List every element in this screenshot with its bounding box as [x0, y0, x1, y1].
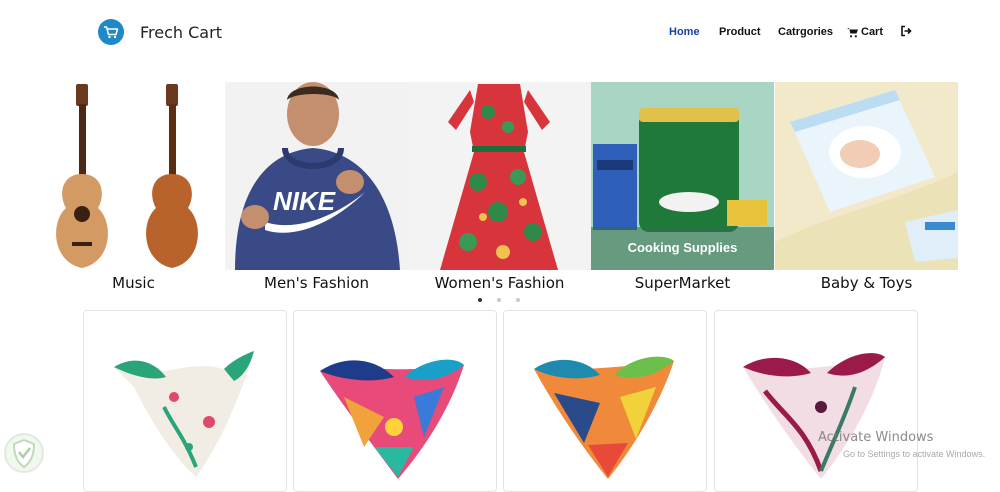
product-card[interactable] — [293, 310, 497, 492]
shield-icon — [4, 433, 44, 473]
scarf-image — [114, 351, 254, 477]
svg-text:NIKE: NIKE — [273, 186, 336, 216]
windows-activation-watermark: Activate Windows Go to Settings to activ… — [818, 430, 985, 459]
category-label: Baby & Toys — [820, 274, 913, 292]
floral-dress-image — [408, 82, 591, 270]
category-label: Women's Fashion — [434, 274, 565, 292]
cart-icon[interactable] — [98, 19, 124, 45]
category-label: Music — [112, 274, 155, 292]
cart-icon — [847, 27, 858, 37]
category-slide-mens-fashion[interactable]: NIKE Men's Fashion — [225, 82, 408, 292]
diapers-image — [775, 82, 958, 270]
carousel-dots — [478, 298, 520, 302]
nav-link-cart[interactable]: Cart — [847, 26, 883, 38]
grocery-products-image: Cooking Supplies — [591, 82, 774, 270]
category-slide-music[interactable]: Music — [42, 82, 225, 292]
watermark-title: Activate Windows — [818, 430, 934, 445]
slide-overlay-text: Cooking Supplies — [627, 240, 738, 255]
scarf-image — [534, 356, 674, 479]
category-label: SuperMarket — [634, 274, 731, 292]
scarf-image — [320, 359, 464, 479]
watermark-subtitle: Go to Settings to activate Windows. — [843, 449, 986, 459]
nav-cart-label: Cart — [861, 26, 884, 38]
guitars-image — [42, 82, 225, 270]
sign-out-icon[interactable] — [900, 25, 912, 40]
nav-link-home[interactable]: Home — [669, 26, 700, 38]
nav-link-product[interactable]: Product — [719, 26, 761, 38]
category-slide-baby-toys[interactable]: Baby & Toys — [775, 82, 958, 292]
hoodie-model-image: NIKE — [225, 82, 408, 270]
nav-link-categories[interactable]: Catrgories — [778, 26, 833, 38]
product-card[interactable] — [714, 310, 918, 492]
category-label: Men's Fashion — [264, 274, 369, 292]
category-slide-womens-fashion[interactable]: Women's Fashion — [408, 82, 591, 292]
product-card[interactable] — [503, 310, 707, 492]
carousel-dot[interactable] — [516, 298, 520, 302]
scarf-image — [743, 353, 885, 479]
carousel-dot[interactable] — [478, 298, 482, 302]
carousel-dot[interactable] — [497, 298, 501, 302]
product-card[interactable] — [83, 310, 287, 492]
category-slide-supermarket[interactable]: Cooking Supplies SuperMarket — [591, 82, 774, 292]
brand-name[interactable]: Frech Cart — [140, 23, 222, 42]
navbar: Frech Cart Home Product Catrgories Cart — [0, 0, 1000, 64]
category-carousel[interactable]: Music NIKE Men's Fashion Women's Fashion… — [42, 82, 960, 304]
